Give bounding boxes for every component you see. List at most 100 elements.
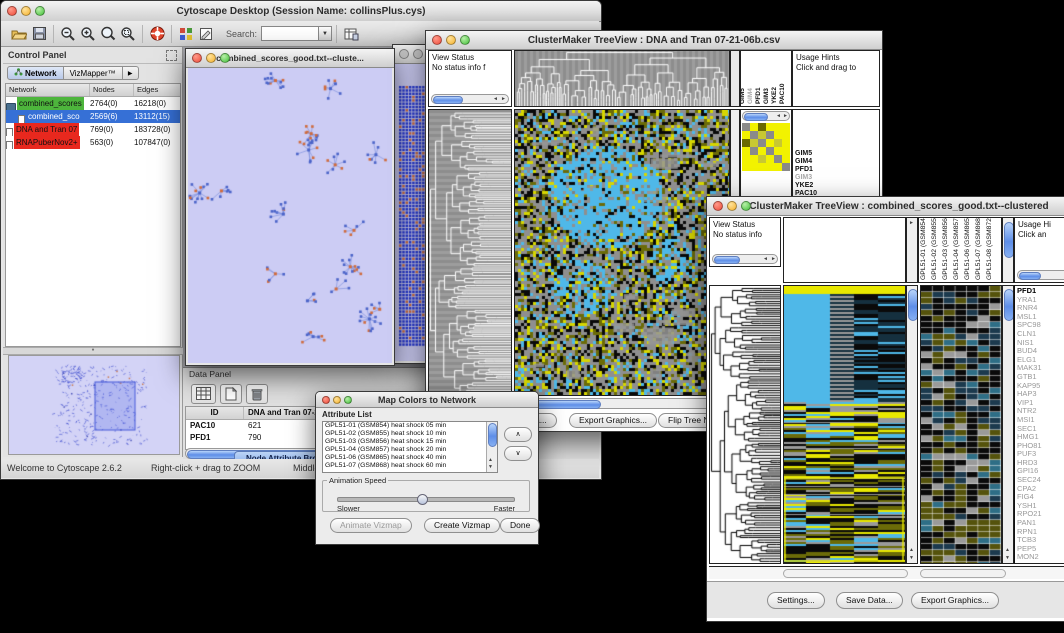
view-status-scrollbar[interactable]: ◄ ►	[431, 94, 509, 104]
new-attribute-button[interactable]	[220, 384, 242, 404]
float-panel-icon[interactable]	[166, 50, 177, 61]
combined-global-heatmap[interactable]	[783, 285, 906, 564]
help-icon[interactable]	[147, 25, 167, 43]
dna-heatmap[interactable]	[514, 109, 730, 396]
network-table-header[interactable]: Network Nodes Edges	[6, 84, 180, 97]
col-edges[interactable]: Edges	[134, 84, 180, 96]
create-vizmap-button[interactable]: Create Vizmap	[424, 518, 500, 533]
gene-label[interactable]: MON2	[1015, 553, 1064, 562]
search-combobox[interactable]: ▼	[261, 26, 332, 41]
combined-zoom-vscrollbar[interactable]: ▲ ▼	[1002, 285, 1014, 564]
delete-attribute-button[interactable]	[246, 384, 268, 404]
treeview-combined-title-bar[interactable]: ClusterMaker TreeView : combined_scores_…	[707, 197, 1064, 216]
scroll-left-icon[interactable]: ◄	[776, 113, 781, 120]
attribute-list-item[interactable]: GPL51-07 (GSM868) heat shock 60 min	[323, 462, 487, 470]
tab-network[interactable]: Network	[7, 66, 64, 80]
network-overview-canvas[interactable]	[9, 356, 177, 452]
column-label[interactable]: PFD1	[755, 87, 762, 104]
network-tree-row[interactable]: DNA and Tran 07769(0)183728(0)	[6, 123, 180, 136]
scroll-up-icon[interactable]: ▲	[909, 547, 914, 554]
close-icon[interactable]	[192, 53, 202, 63]
attribute-list-item[interactable]: GPL51-02 (GSM855) heat shock 10 min	[323, 430, 487, 438]
zoom-window-icon[interactable]	[35, 6, 45, 16]
attribute-list-item[interactable]: GPL51-01 (GSM854) heat shock 05 min	[323, 422, 487, 430]
minimize-icon[interactable]	[333, 396, 341, 404]
dna-top-scroll-gutter[interactable]	[730, 50, 740, 107]
zoom-fit-button[interactable]	[118, 25, 138, 43]
tab-overflow-button[interactable]: ▶	[123, 66, 139, 80]
dna-zoom-hscrollbar[interactable]: ◄ ►	[742, 111, 790, 121]
select-attributes-button[interactable]	[191, 384, 216, 404]
speed-slider-track[interactable]	[337, 497, 515, 502]
minimize-icon[interactable]	[446, 35, 456, 45]
annotation-button[interactable]	[196, 25, 216, 43]
combined-global-vscrollbar[interactable]: ▲ ▼	[906, 285, 918, 564]
close-icon[interactable]	[399, 49, 409, 59]
network-tree-row[interactable]: combined_scores2764(0)16218(0)	[6, 97, 180, 110]
network-tree-row[interactable]: RNAPuberNov2+563(0)107847(0)	[6, 136, 180, 149]
scroll-up-icon[interactable]: ▲	[1005, 547, 1010, 554]
table-import-button[interactable]	[341, 25, 361, 43]
dna-column-dendrogram[interactable]	[514, 50, 730, 107]
dna-row-dendrogram[interactable]	[428, 109, 512, 396]
attribute-list[interactable]: GPL51-01 (GSM854) heat shock 05 minGPL51…	[322, 421, 498, 473]
main-title-bar[interactable]: Cytoscape Desktop (Session Name: collins…	[1, 1, 601, 22]
panel-splitter[interactable]: ●	[3, 347, 183, 355]
column-label[interactable]: GIM5	[740, 88, 746, 104]
network-tree-row[interactable]: combined_sco2569(6)13112(15)	[6, 110, 180, 123]
tab-vizmapper[interactable]: VizMapper™	[64, 66, 123, 80]
attribute-list-item[interactable]: GPL51-03 (GSM856) heat shock 15 min	[323, 438, 487, 446]
row-label[interactable]: YKE2	[793, 182, 879, 190]
dialog-title-bar[interactable]: Map Colors to Network	[316, 392, 538, 408]
network1-title-bar[interactable]: combined_scores_good.txt--cluste...	[186, 49, 394, 68]
zoom-window-icon[interactable]	[741, 201, 751, 211]
attribute-list-item[interactable]: GPL51-04 (GSM857) heat shock 20 min	[323, 446, 487, 454]
attribute-list-vscrollbar[interactable]: ▲ ▼	[486, 422, 497, 472]
column-label[interactable]: GPL51-01 (GSM854)	[920, 217, 927, 280]
row-label[interactable]: GIM5	[793, 150, 879, 158]
combined-top-gutter[interactable]: ►	[906, 217, 918, 283]
network-overview-panel[interactable]	[8, 355, 180, 455]
scroll-left-icon[interactable]: ◄	[763, 256, 768, 263]
column-label[interactable]: GPL51-02 (GSM855)	[931, 217, 938, 280]
view-status-scrollbar[interactable]: ◄ ►	[712, 254, 778, 264]
scroll-down-icon[interactable]: ▼	[488, 464, 493, 471]
zoom-in-button[interactable]	[78, 25, 98, 43]
minimize-icon[interactable]	[206, 53, 216, 63]
data-col-id[interactable]: ID	[186, 407, 244, 419]
row-label[interactable]: PFD1	[793, 166, 879, 174]
combined-bottom-scroll-strip[interactable]	[709, 566, 1064, 579]
zoom-out-button[interactable]	[58, 25, 78, 43]
column-label[interactable]: GIM4	[747, 88, 754, 104]
column-label[interactable]: GPL51-08 (GSM872)	[986, 217, 993, 280]
open-file-button[interactable]	[9, 25, 29, 43]
minimize-icon[interactable]	[21, 6, 31, 16]
speed-slider-thumb[interactable]	[417, 494, 428, 505]
zoom-selected-button[interactable]	[98, 25, 118, 43]
scroll-left-icon[interactable]: ◄	[493, 96, 498, 103]
col-network[interactable]: Network	[6, 84, 90, 96]
row-label[interactable]: GIM3	[793, 174, 879, 182]
scroll-down-icon[interactable]: ▼	[909, 555, 914, 562]
close-icon[interactable]	[7, 6, 17, 16]
scroll-down-icon[interactable]: ▼	[1005, 555, 1010, 562]
close-icon[interactable]	[322, 396, 330, 404]
animate-vizmap-button[interactable]: Animate Vizmap	[330, 518, 412, 533]
column-label[interactable]: PAC10	[779, 84, 786, 104]
row-label[interactable]: GIM4	[793, 158, 879, 166]
close-icon[interactable]	[432, 35, 442, 45]
treeview-button[interactable]: Settings...	[767, 592, 825, 609]
zoom-window-icon[interactable]	[220, 53, 230, 63]
scroll-right-icon[interactable]: ►	[501, 96, 506, 103]
column-label[interactable]: GPL51-06 (GSM865)	[964, 217, 971, 280]
close-icon[interactable]	[713, 201, 723, 211]
column-label[interactable]: GPL51-07 (GSM868)	[975, 217, 982, 280]
zoom-window-icon[interactable]	[344, 396, 352, 404]
col-nodes[interactable]: Nodes	[90, 84, 134, 96]
zoom-window-icon[interactable]	[460, 35, 470, 45]
search-input[interactable]	[261, 26, 319, 41]
scroll-right-icon[interactable]: ►	[771, 256, 776, 263]
network1-canvas[interactable]	[188, 68, 392, 362]
combined-column-tree-area[interactable]	[783, 217, 906, 283]
dna-zoom-heatmap[interactable]	[742, 123, 790, 171]
